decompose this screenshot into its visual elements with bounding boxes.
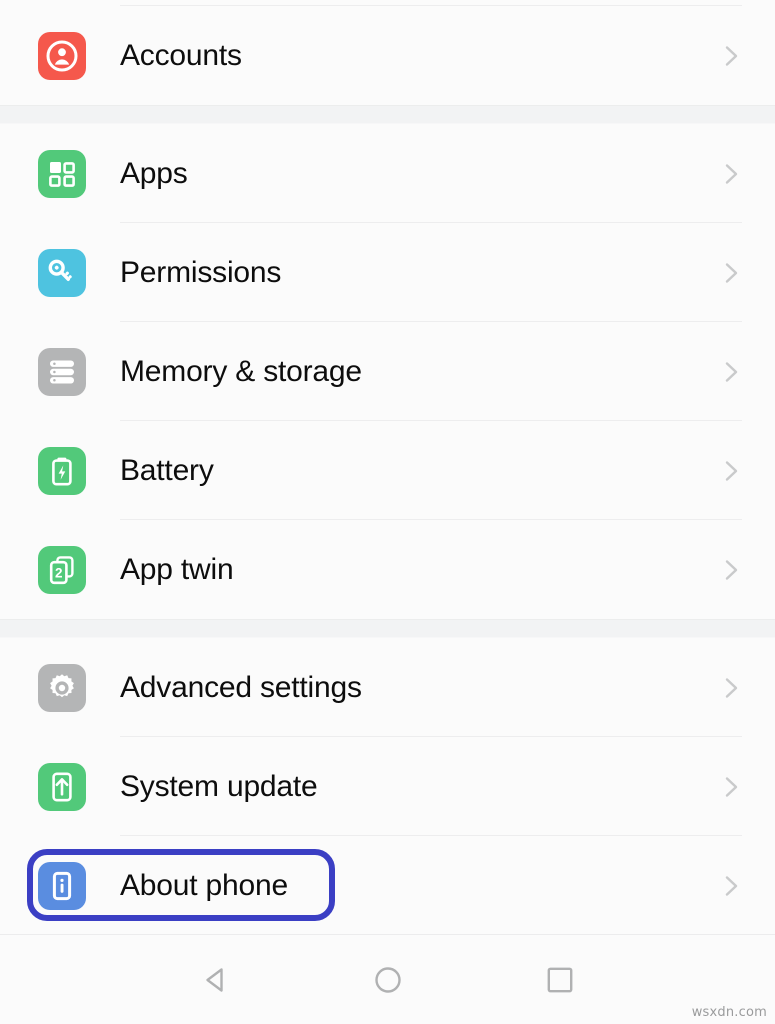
list-item-label: Advanced settings xyxy=(120,670,362,704)
list-item-memory-storage[interactable]: Memory & storage xyxy=(0,322,775,421)
chevron-right-icon xyxy=(718,458,744,484)
apps-grid-icon xyxy=(38,149,86,198)
nav-recents-button[interactable] xyxy=(474,935,646,1024)
list-item-label: Permissions xyxy=(120,255,282,289)
watermark: wsxdn.com xyxy=(691,1005,767,1020)
list-item-label: App twin xyxy=(120,552,234,586)
accounts-icon xyxy=(38,31,86,80)
android-navigation-bar xyxy=(0,934,775,1024)
back-triangle-icon xyxy=(195,959,237,1001)
section-separator-1 xyxy=(0,105,775,124)
settings-list[interactable]: Accounts Apps Permissions Memory & stora… xyxy=(0,0,775,935)
chevron-right-icon xyxy=(718,161,744,187)
list-item-label: Accounts xyxy=(120,38,242,72)
chevron-right-icon xyxy=(718,557,744,583)
svg-text:2: 2 xyxy=(55,565,63,580)
list-item-system-update[interactable]: System update xyxy=(0,737,775,836)
list-item-label: About phone xyxy=(120,868,288,902)
list-item-advanced-settings[interactable]: Advanced settings xyxy=(0,638,775,737)
recents-square-icon xyxy=(539,959,581,1001)
nav-home-button[interactable] xyxy=(302,935,474,1024)
chevron-right-icon xyxy=(718,43,744,69)
chevron-right-icon xyxy=(718,675,744,701)
chevron-right-icon xyxy=(718,873,744,899)
accounts-section: Accounts xyxy=(0,6,775,105)
app-twin-icon: 2 xyxy=(38,545,86,594)
gear-icon xyxy=(38,663,86,712)
list-item-permissions[interactable]: Permissions xyxy=(0,223,775,322)
list-item-about-phone[interactable]: About phone xyxy=(0,836,775,935)
list-item-label: Battery xyxy=(120,453,214,487)
list-item-app-twin[interactable]: 2 App twin xyxy=(0,520,775,619)
home-circle-icon xyxy=(367,959,409,1001)
chevron-right-icon xyxy=(718,260,744,286)
battery-icon xyxy=(38,446,86,495)
settings-screen: Accounts Apps Permissions Memory & stora… xyxy=(0,0,775,1024)
system-update-icon xyxy=(38,762,86,811)
storage-icon xyxy=(38,347,86,396)
apps-section: Apps Permissions Memory & storage Batter… xyxy=(0,124,775,619)
list-item-label: Memory & storage xyxy=(120,354,362,388)
list-item-apps[interactable]: Apps xyxy=(0,124,775,223)
info-phone-icon xyxy=(38,861,86,910)
section-separator-2 xyxy=(0,619,775,638)
list-item-battery[interactable]: Battery xyxy=(0,421,775,520)
nav-back-button[interactable] xyxy=(130,935,302,1024)
chevron-right-icon xyxy=(718,359,744,385)
list-item-accounts[interactable]: Accounts xyxy=(0,6,775,105)
chevron-right-icon xyxy=(718,774,744,800)
list-item-label: Apps xyxy=(120,156,188,190)
list-item-label: System update xyxy=(120,769,318,803)
system-section: Advanced settings System update About ph… xyxy=(0,638,775,935)
key-icon xyxy=(38,248,86,297)
